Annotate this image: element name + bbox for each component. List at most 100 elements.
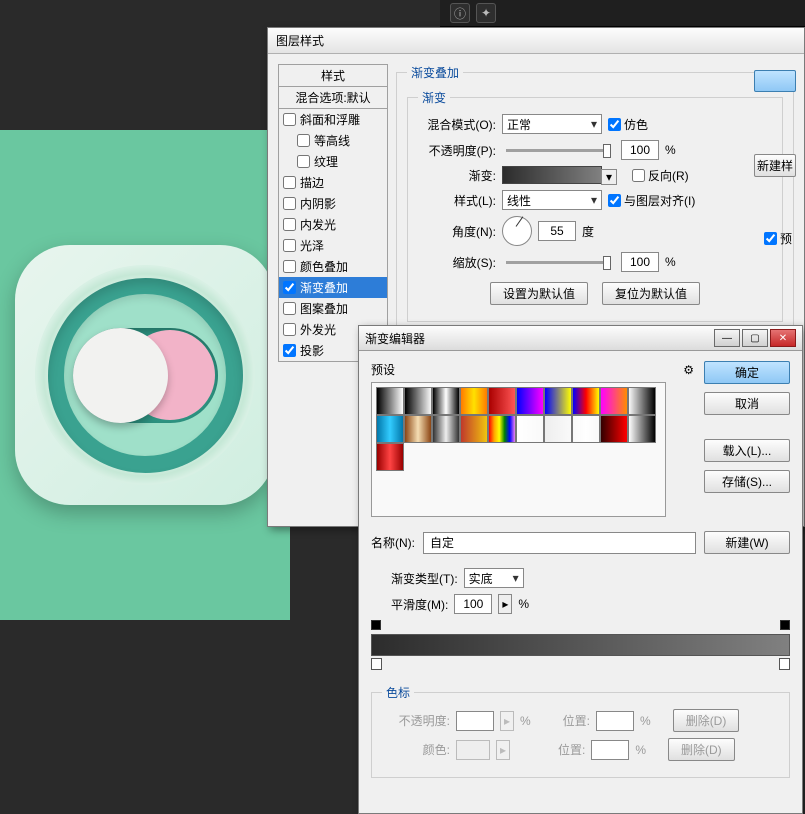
preset-swatch-16[interactable]: [544, 415, 572, 443]
stop-color-label: 颜色:: [382, 741, 450, 758]
style-item-0[interactable]: 斜面和浮雕: [279, 109, 387, 130]
icon-preview: [15, 245, 275, 505]
style-item-3[interactable]: 描边: [279, 172, 387, 193]
gradient-editor-dialog: 渐变编辑器 — ▢ ✕ 预设 确定 取消 载入(L)... 存: [358, 325, 803, 814]
preset-swatch-6[interactable]: [544, 387, 572, 415]
close-icon[interactable]: ✕: [770, 329, 796, 347]
smoothness-stepper[interactable]: ▸: [498, 594, 512, 614]
cancel-button[interactable]: 取消: [704, 392, 790, 415]
stop-position-input: [596, 711, 634, 731]
style-item-2[interactable]: 纹理: [279, 151, 387, 172]
opacity-stop-left[interactable]: [371, 620, 381, 630]
stop-color-position-input: [591, 740, 629, 760]
style-item-5[interactable]: 内发光: [279, 214, 387, 235]
presets-label: 预设: [371, 361, 395, 378]
preset-swatch-19[interactable]: [628, 415, 656, 443]
angle-dial[interactable]: [502, 216, 532, 246]
gradient-label: 渐变:: [418, 167, 496, 184]
scale-slider[interactable]: [506, 261, 611, 264]
styles-header[interactable]: 样式: [278, 64, 388, 87]
wand-icon[interactable]: ✦: [476, 3, 496, 23]
gradient-type-dropdown[interactable]: 实底: [464, 568, 524, 588]
preset-swatch-14[interactable]: [488, 415, 516, 443]
color-stop-left[interactable]: [371, 658, 382, 670]
preset-swatch-13[interactable]: [460, 415, 488, 443]
blend-mode-dropdown[interactable]: 正常: [502, 114, 602, 134]
smoothness-input[interactable]: [454, 594, 492, 614]
opacity-stops[interactable]: [371, 620, 790, 634]
gradient-editor-title: 渐变编辑器: [365, 330, 425, 347]
preset-swatch-0[interactable]: [376, 387, 404, 415]
style-item-7[interactable]: 颜色叠加: [279, 256, 387, 277]
dither-checkbox[interactable]: 仿色: [608, 116, 648, 133]
gradient-fieldset: 渐变 混合模式(O): 正常 仿色 不透明度(P): % 渐变:: [407, 89, 783, 322]
gradient-overlay-fieldset: 渐变叠加 渐变 混合模式(O): 正常 仿色 不透明度(P): %: [396, 64, 794, 339]
reset-default-button[interactable]: 复位为默认值: [602, 282, 700, 305]
delete-opacity-stop-button: 删除(D): [673, 709, 740, 732]
new-button[interactable]: 新建(W): [704, 531, 790, 554]
opacity-slider[interactable]: [506, 149, 611, 152]
preset-swatch-11[interactable]: [404, 415, 432, 443]
scale-input[interactable]: [621, 252, 659, 272]
preset-swatch-12[interactable]: [432, 415, 460, 443]
stop-position-label: 位置:: [563, 712, 590, 729]
preset-swatch-9[interactable]: [628, 387, 656, 415]
dialog-buttons: 新建样 预: [754, 70, 796, 177]
align-checkbox[interactable]: 与图层对齐(I): [608, 192, 695, 209]
color-stops[interactable]: [371, 656, 790, 670]
gradient-bar[interactable]: [371, 634, 790, 656]
style-item-8[interactable]: 渐变叠加: [279, 277, 387, 298]
gear-icon[interactable]: [683, 363, 694, 377]
gradient-overlay-panel: 渐变叠加 渐变 混合模式(O): 正常 仿色 不透明度(P): %: [396, 64, 794, 362]
preset-swatch-1[interactable]: [404, 387, 432, 415]
load-button[interactable]: 载入(L)...: [704, 439, 790, 462]
name-input[interactable]: [423, 532, 696, 554]
maximize-icon[interactable]: ▢: [742, 329, 768, 347]
ok-button[interactable]: 确定: [704, 361, 790, 384]
reverse-checkbox[interactable]: 反向(R): [632, 167, 689, 184]
preset-swatch-20[interactable]: [376, 443, 404, 471]
preset-swatch-3[interactable]: [460, 387, 488, 415]
style-item-1[interactable]: 等高线: [279, 130, 387, 151]
preset-box[interactable]: [371, 382, 666, 517]
dialog-title[interactable]: 图层样式: [268, 28, 804, 54]
gradient-picker[interactable]: [502, 166, 602, 184]
style-item-9[interactable]: 图案叠加: [279, 298, 387, 319]
style-item-4[interactable]: 内阴影: [279, 193, 387, 214]
scale-label: 缩放(S):: [418, 254, 496, 271]
app-toolbar: ⓘ ✦: [440, 0, 805, 27]
opacity-input[interactable]: [621, 140, 659, 160]
name-label: 名称(N):: [371, 534, 415, 551]
preset-swatch-15[interactable]: [516, 415, 544, 443]
set-default-button[interactable]: 设置为默认值: [490, 282, 588, 305]
preview-checkbox[interactable]: 预: [764, 230, 792, 247]
preset-swatch-5[interactable]: [516, 387, 544, 415]
preset-swatch-7[interactable]: [572, 387, 600, 415]
minimize-icon[interactable]: —: [714, 329, 740, 347]
style-item-6[interactable]: 光泽: [279, 235, 387, 256]
style-dropdown[interactable]: 线性: [502, 190, 602, 210]
stop-color-stepper: ▸: [496, 740, 510, 760]
gradient-editor-titlebar[interactable]: 渐变编辑器 — ▢ ✕: [359, 326, 802, 351]
opacity-stop-right[interactable]: [780, 620, 790, 630]
new-style-button[interactable]: 新建样: [754, 154, 796, 177]
blend-mode-label: 混合模式(O):: [418, 116, 496, 133]
preset-swatch-10[interactable]: [376, 415, 404, 443]
info-icon[interactable]: ⓘ: [450, 3, 470, 23]
preset-swatch-2[interactable]: [432, 387, 460, 415]
stops-fieldset: 色标 不透明度: ▸ % 位置: % 删除(D) 颜色: ▸ 位置: %: [371, 684, 790, 778]
stop-color-position-label: 位置:: [558, 741, 585, 758]
stop-opacity-input: [456, 711, 494, 731]
smoothness-label: 平滑度(M):: [391, 596, 448, 613]
stop-opacity-label: 不透明度:: [382, 712, 450, 729]
save-button[interactable]: 存储(S)...: [704, 470, 790, 493]
color-stop-right[interactable]: [779, 658, 790, 670]
ok-button-partial[interactable]: [754, 70, 796, 92]
angle-input[interactable]: [538, 221, 576, 241]
preset-swatch-8[interactable]: [600, 387, 628, 415]
preset-swatch-4[interactable]: [488, 387, 516, 415]
preset-swatch-17[interactable]: [572, 415, 600, 443]
preset-swatch-18[interactable]: [600, 415, 628, 443]
blend-options-default[interactable]: 混合选项:默认: [278, 87, 388, 109]
stop-color-swatch: [456, 740, 490, 760]
